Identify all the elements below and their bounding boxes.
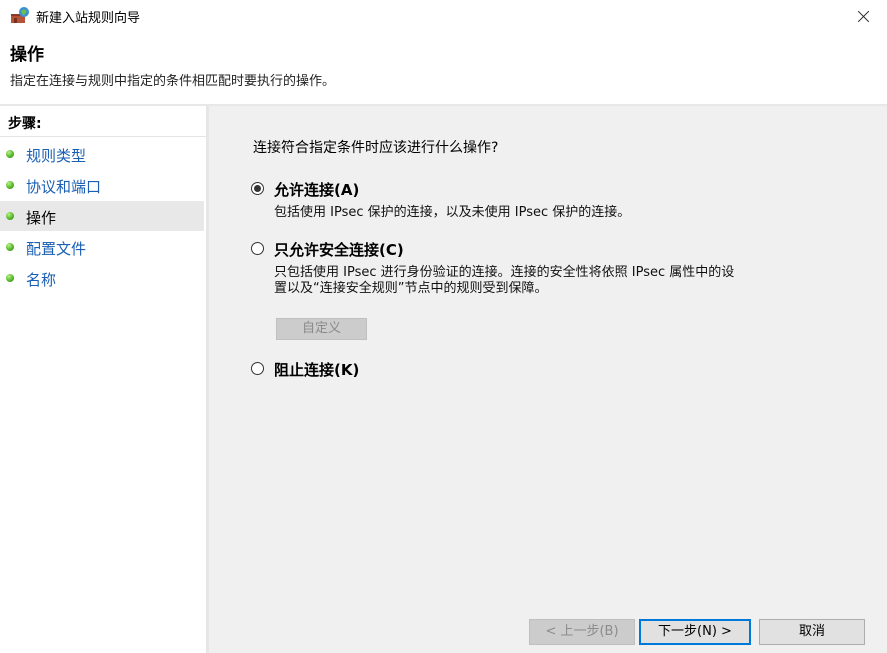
sidebar-item-name[interactable]: 名称 (0, 263, 204, 293)
steps-heading-divider (0, 136, 207, 137)
customize-button[interactable]: 自定义 (276, 318, 367, 340)
allow-secure-connection-description-line1: 只包括使用 IPsec 进行身份验证的连接。连接的安全性将依照 IPsec 属性… (274, 265, 735, 280)
sidebar-item-label[interactable]: 协议和端口 (26, 176, 101, 197)
firewall-wizard-icon (11, 7, 29, 23)
sidebar-item-action[interactable]: 操作 (0, 201, 204, 231)
title-bar: 新建入站规则向导 (0, 0, 887, 32)
main-panel: 连接符合指定条件时应该进行什么操作? 允许连接(A) 包括使用 IPsec 保护… (209, 106, 887, 653)
green-bullet-icon (6, 150, 14, 158)
green-bullet-icon (6, 212, 14, 220)
sidebar-item-rule-type[interactable]: 规则类型 (0, 139, 204, 169)
action-question: 连接符合指定条件时应该进行什么操作? (253, 140, 499, 156)
sidebar-item-profile[interactable]: 配置文件 (0, 232, 204, 262)
cancel-button[interactable]: 取消 (759, 619, 865, 645)
allow-connection-description: 包括使用 IPsec 保护的连接，以及未使用 IPsec 保护的连接。 (274, 205, 631, 220)
allow-secure-connection-label[interactable]: 只允许安全连接(C) (274, 239, 404, 260)
steps-heading: 步骤: (8, 116, 42, 132)
close-icon[interactable] (841, 0, 887, 32)
next-button[interactable]: 下一步(N) > (639, 619, 751, 645)
steps-sidebar: 步骤: 规则类型 协议和端口 操作 配置文件 名称 (0, 106, 207, 653)
block-connection-label[interactable]: 阻止连接(K) (274, 359, 359, 380)
sidebar-item-label[interactable]: 配置文件 (26, 238, 86, 259)
allow-secure-connection-description-line2: 置以及“连接安全规则”节点中的规则受到保障。 (274, 281, 548, 296)
sidebar-item-label[interactable]: 操作 (26, 207, 56, 228)
window-title: 新建入站规则向导 (36, 11, 141, 26)
allow-connection-label[interactable]: 允许连接(A) (274, 179, 359, 200)
page-description: 指定在连接与规则中指定的条件相匹配时要执行的操作。 (10, 74, 336, 89)
green-bullet-icon (6, 181, 14, 189)
back-button[interactable]: < 上一步(B) (529, 619, 635, 645)
allow-secure-connection-radio[interactable] (251, 242, 264, 255)
allow-connection-radio[interactable] (251, 182, 264, 195)
green-bullet-icon (6, 243, 14, 251)
sidebar-item-protocol-and-ports[interactable]: 协议和端口 (0, 170, 204, 200)
block-connection-radio[interactable] (251, 362, 264, 375)
page-title: 操作 (10, 45, 44, 65)
sidebar-item-label[interactable]: 名称 (26, 269, 56, 290)
green-bullet-icon (6, 274, 14, 282)
sidebar-item-label[interactable]: 规则类型 (26, 145, 86, 166)
